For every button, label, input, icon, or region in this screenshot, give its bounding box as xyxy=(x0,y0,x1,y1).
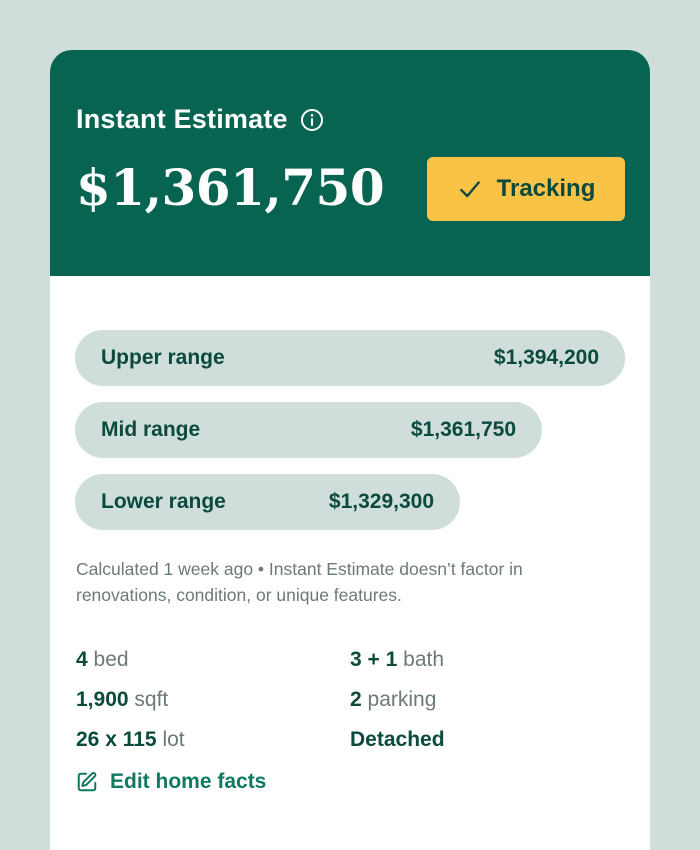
edit-home-facts-link[interactable]: Edit home facts xyxy=(76,770,266,794)
mid-range-bar: Mid range $1,361,750 xyxy=(75,402,542,458)
info-icon[interactable] xyxy=(300,108,324,132)
edit-label: Edit home facts xyxy=(110,770,267,793)
estimate-title: Instant Estimate xyxy=(76,104,288,134)
fact-unit: bath xyxy=(403,648,445,671)
estimate-price: $1,361,750 xyxy=(76,158,385,217)
fact-unit: sqft xyxy=(134,688,169,711)
fact-value: 2 xyxy=(350,688,362,711)
fact-value: Detached xyxy=(350,728,445,751)
fact-value: 4 xyxy=(76,648,88,671)
range-value: $1,394,200 xyxy=(493,346,599,369)
fact-unit: lot xyxy=(162,728,185,751)
fact-value: 26 x 115 xyxy=(76,728,157,751)
estimate-header: Instant Estimate $1,361,750 Tracking xyxy=(50,50,650,276)
lower-range-bar: Lower range $1,329,300 xyxy=(75,474,460,530)
range-label: Lower range xyxy=(101,490,226,513)
check-icon xyxy=(459,181,480,198)
fact-value: 3 + 1 xyxy=(350,648,398,671)
fact-parking: 2 parking xyxy=(350,688,436,712)
tracking-button[interactable]: Tracking xyxy=(427,157,625,221)
upper-range-bar: Upper range $1,394,200 xyxy=(75,330,625,386)
edit-icon xyxy=(77,772,97,792)
fact-value: 1,900 xyxy=(76,688,129,711)
fact-unit: parking xyxy=(367,688,437,711)
estimate-card: Instant Estimate $1,361,750 Tracking Upp… xyxy=(50,50,650,850)
fact-type: Detached xyxy=(350,728,445,752)
estimate-note: Calculated 1 week ago • Instant Estimate… xyxy=(76,559,523,605)
fact-lot: 26 x 115 lot xyxy=(76,728,185,752)
fact-sqft: 1,900 sqft xyxy=(76,688,168,712)
fact-unit: bed xyxy=(93,648,129,671)
range-label: Mid range xyxy=(101,418,201,441)
range-value: $1,361,750 xyxy=(410,418,516,441)
range-label: Upper range xyxy=(101,346,225,369)
range-value: $1,329,300 xyxy=(328,490,434,513)
fact-baths: 3 + 1 bath xyxy=(350,648,444,672)
fact-beds: 4 bed xyxy=(76,648,129,672)
title-row: Instant Estimate xyxy=(76,104,324,135)
tracking-label: Tracking xyxy=(496,175,596,202)
